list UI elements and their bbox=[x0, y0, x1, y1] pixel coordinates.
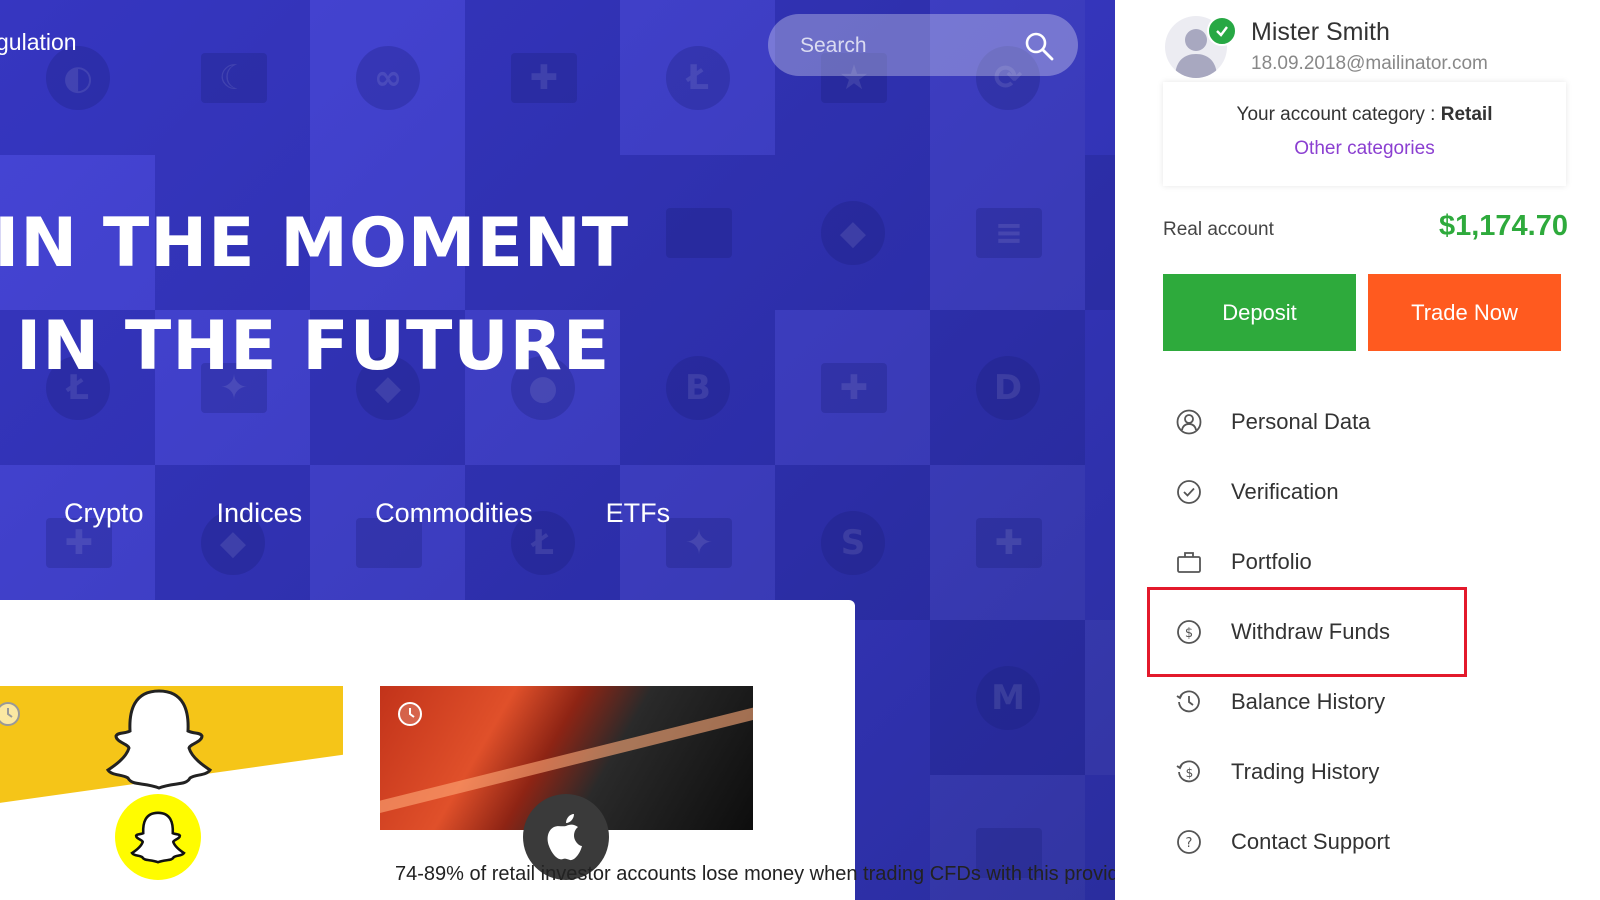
search-box[interactable] bbox=[768, 14, 1078, 76]
menu-label: Personal Data bbox=[1231, 409, 1371, 434]
category-etfs[interactable]: ETFs bbox=[606, 498, 671, 529]
category-indices[interactable]: Indices bbox=[217, 498, 303, 529]
svg-text:$: $ bbox=[1185, 626, 1193, 641]
account-category: Your account category : Retail bbox=[1163, 104, 1566, 126]
search-icon[interactable] bbox=[1023, 30, 1055, 62]
clock-icon bbox=[0, 702, 20, 726]
menu-label: Verification bbox=[1231, 479, 1339, 504]
history-icon bbox=[1176, 690, 1200, 713]
snapchat-logo-icon bbox=[115, 794, 201, 880]
dollar-history-icon: $ bbox=[1176, 760, 1200, 783]
category-commodities[interactable]: Commodities bbox=[375, 498, 533, 529]
user-name: Mister Smith bbox=[1251, 18, 1390, 46]
account-category-value: Retail bbox=[1440, 104, 1493, 125]
other-categories-link[interactable]: Other categories bbox=[1163, 138, 1566, 160]
menu-label: Balance History bbox=[1231, 689, 1386, 714]
asset-category-nav: Crypto Indices Commodities ETFs bbox=[64, 498, 743, 529]
user-circle-icon bbox=[1176, 409, 1202, 435]
menu-item-contact-support[interactable]: ? Contact Support bbox=[1175, 822, 1555, 862]
risk-warning: 74-89% of retail investor accounts lose … bbox=[395, 863, 1141, 885]
svg-text:?: ? bbox=[1186, 836, 1193, 851]
menu-label: Portfolio bbox=[1231, 549, 1312, 574]
menu-item-verification[interactable]: Verification bbox=[1175, 472, 1555, 512]
snapchat-ghost-icon bbox=[105, 689, 213, 790]
check-circle-icon bbox=[1177, 480, 1201, 504]
menu-item-personal-data[interactable]: Personal Data bbox=[1175, 402, 1555, 442]
category-crypto[interactable]: Crypto bbox=[64, 498, 144, 529]
trade-now-button[interactable]: Trade Now bbox=[1368, 274, 1561, 351]
account-category-label: Your account category : bbox=[1236, 104, 1436, 125]
deposit-button[interactable]: Deposit bbox=[1163, 274, 1356, 351]
nav-link-regulation[interactable]: gulation bbox=[0, 29, 77, 56]
account-type-label: Real account bbox=[1163, 219, 1274, 240]
menu-label: Trading History bbox=[1231, 759, 1380, 784]
menu-item-trading-history[interactable]: $ Trading History bbox=[1175, 752, 1555, 792]
account-panel: Mister Smith 18.09.2018@mailinator.com Y… bbox=[1115, 0, 1600, 900]
menu-item-portfolio[interactable]: Portfolio bbox=[1175, 542, 1555, 582]
clock-icon bbox=[398, 702, 422, 726]
briefcase-icon bbox=[1177, 552, 1201, 573]
account-category-box: Your account category : Retail Other cat… bbox=[1163, 82, 1566, 186]
hero-headline-line2: IN THE FUTURE bbox=[16, 307, 611, 386]
svg-text:$: $ bbox=[1186, 766, 1194, 780]
search-input[interactable] bbox=[798, 28, 1022, 64]
menu-label: Contact Support bbox=[1231, 829, 1390, 854]
account-balance: $1,174.70 bbox=[1438, 210, 1568, 242]
menu-item-balance-history[interactable]: Balance History bbox=[1175, 682, 1555, 722]
menu-item-withdraw-funds[interactable]: $ Withdraw Funds bbox=[1175, 612, 1555, 652]
hero-headline-line1: IN THE MOMENT bbox=[0, 204, 630, 283]
verified-badge-icon bbox=[1207, 16, 1237, 46]
menu-label: Withdraw Funds bbox=[1231, 619, 1390, 644]
question-circle-icon: ? bbox=[1177, 830, 1201, 854]
user-email: 18.09.2018@mailinator.com bbox=[1251, 53, 1488, 74]
dollar-circle-icon: $ bbox=[1177, 620, 1201, 644]
